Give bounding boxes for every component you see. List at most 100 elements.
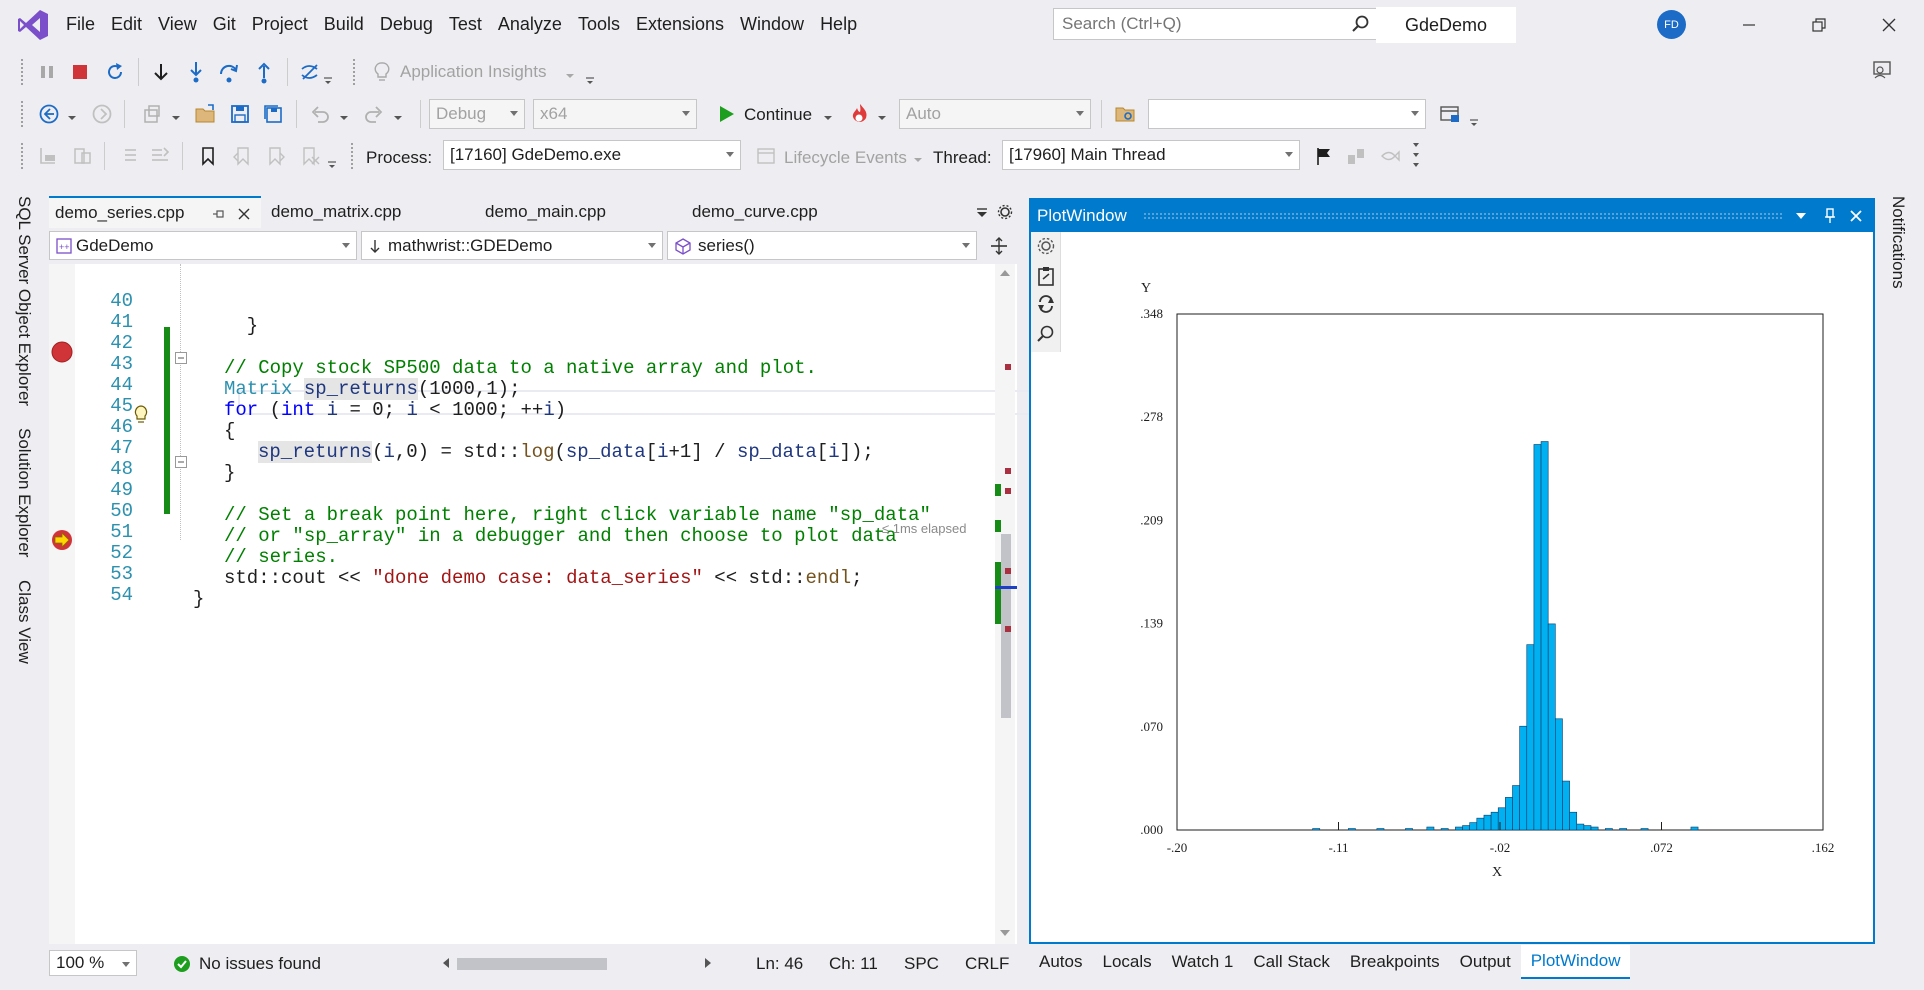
clear-bookmarks-button[interactable] [296, 142, 324, 170]
lifecycle-events-button[interactable]: Lifecycle Events [784, 148, 907, 168]
uncomment-button[interactable] [68, 142, 96, 170]
stop-debugging-button[interactable] [66, 58, 94, 86]
line-number-status[interactable]: Ln: 46 [756, 954, 803, 974]
tab-demo-curve-cpp[interactable]: demo_curve.cpp [686, 196, 894, 228]
vertical-scrollbar[interactable] [995, 264, 1017, 944]
tab-demo-main-cpp[interactable]: demo_main.cpp [479, 196, 685, 228]
lifecycle-events-dropdown[interactable] [912, 146, 924, 174]
menu-project[interactable]: Project [252, 14, 324, 35]
tab-class-view[interactable]: Class View [14, 580, 34, 664]
continue-button[interactable]: Continue [744, 105, 812, 125]
continue-dropdown[interactable] [822, 104, 834, 132]
clipboard-icon[interactable] [1036, 266, 1056, 286]
new-project-button[interactable] [138, 100, 166, 128]
tab-notifications[interactable]: Notifications [1888, 196, 1908, 289]
undo-button[interactable] [306, 100, 334, 128]
stack-frame-button[interactable] [1376, 142, 1404, 170]
undo-dropdown[interactable] [338, 104, 350, 132]
tab-solution-explorer[interactable]: Solution Explorer [14, 428, 34, 557]
hot-reload-button[interactable] [297, 58, 325, 86]
show-threads-button[interactable] [1342, 142, 1370, 170]
column-status[interactable]: Ch: 11 [829, 954, 878, 974]
scroll-down-icon[interactable] [999, 928, 1011, 938]
gear-icon[interactable] [997, 204, 1013, 220]
tab-watch-1[interactable]: Watch 1 [1162, 945, 1244, 979]
find-combo[interactable] [1148, 99, 1426, 129]
solution-platform-select[interactable]: x64 [533, 99, 697, 129]
search-icon[interactable] [1350, 14, 1370, 34]
line-ending-status[interactable]: CRLF [965, 954, 1009, 974]
search-input[interactable] [1054, 9, 1334, 39]
menu-analyze[interactable]: Analyze [498, 14, 578, 35]
scroll-up-icon[interactable] [999, 268, 1011, 278]
toolbar-grip[interactable] [352, 58, 356, 86]
toggle-bookmark-button[interactable] [194, 142, 222, 170]
toolbar-grip[interactable] [20, 58, 24, 86]
toolbar-overflow-button[interactable] [1468, 108, 1480, 136]
whitespace-status[interactable]: SPC [904, 954, 939, 974]
tab-demo-series-cpp[interactable]: demo_series.cpp [49, 196, 261, 228]
step-into-button[interactable] [182, 58, 210, 86]
process-select[interactable]: [17160] GdeDemo.exe [443, 140, 741, 170]
continue-play-icon[interactable] [712, 100, 740, 128]
open-file-button[interactable] [192, 100, 220, 128]
restore-button[interactable] [1804, 10, 1834, 40]
decrease-indent-button[interactable] [114, 142, 142, 170]
settings-gear-icon[interactable] [1036, 236, 1056, 256]
navigate-forward-button[interactable] [88, 100, 116, 128]
tab-sql-server-object-explorer[interactable]: SQL Server Object Explorer [14, 196, 34, 406]
menu-view[interactable]: View [158, 14, 213, 35]
menu-window[interactable]: Window [740, 14, 820, 35]
histogram-chart[interactable]: .000 .070 .139 .209 .278 .348 -.20 -.11 -.02 .072… [1061, 232, 1873, 944]
refresh-icon[interactable] [1036, 294, 1056, 314]
menu-build[interactable]: Build [324, 14, 380, 35]
new-project-dropdown[interactable] [170, 104, 182, 132]
visual-studio-logo-icon[interactable] [16, 8, 50, 42]
member-select[interactable]: series() [667, 231, 977, 260]
back-dropdown[interactable] [66, 104, 78, 132]
tab-output[interactable]: Output [1450, 945, 1521, 979]
menu-help[interactable]: Help [820, 14, 873, 35]
tab-list-dropdown-icon[interactable] [975, 206, 989, 220]
flag-thread-button[interactable] [1310, 142, 1338, 170]
pin-icon[interactable] [1823, 208, 1837, 224]
menu-tools[interactable]: Tools [578, 14, 636, 35]
window-position-dropdown-icon[interactable] [1795, 211, 1807, 221]
tab-plotwindow[interactable]: PlotWindow [1520, 945, 1631, 979]
menu-extensions[interactable]: Extensions [636, 14, 740, 35]
pin-icon[interactable] [211, 207, 225, 221]
close-window-button[interactable] [1874, 10, 1904, 40]
zoom-icon[interactable] [1036, 324, 1056, 344]
menu-git[interactable]: Git [213, 14, 252, 35]
step-over-button[interactable] [215, 58, 243, 86]
menu-edit[interactable]: Edit [111, 14, 158, 35]
restart-button[interactable] [101, 58, 129, 86]
minimize-button[interactable] [1734, 10, 1764, 40]
find-in-files-button[interactable] [1112, 100, 1140, 128]
hot-reload-dropdown[interactable] [876, 104, 888, 132]
cloud-explorer-select[interactable]: Auto [899, 99, 1091, 129]
tab-call-stack[interactable]: Call Stack [1243, 945, 1340, 979]
redo-dropdown[interactable] [392, 104, 404, 132]
show-next-statement-button[interactable] [147, 58, 175, 86]
menu-file[interactable]: File [66, 14, 111, 35]
menu-test[interactable]: Test [449, 14, 498, 35]
toolbar-overflow-button[interactable] [322, 66, 334, 94]
previous-bookmark-button[interactable] [228, 142, 256, 170]
zoom-select[interactable]: 100 % [49, 950, 137, 976]
solution-configuration-select[interactable]: Debug [429, 99, 525, 129]
toolbar-overflow-button[interactable] [326, 150, 338, 178]
horizontal-scrollbar-thumb[interactable] [457, 958, 607, 970]
toolbar-overflow-button[interactable] [1410, 138, 1422, 167]
application-insights-button[interactable]: Application Insights [400, 62, 546, 82]
increase-indent-button[interactable] [146, 142, 174, 170]
hot-reload-fire-button[interactable] [846, 100, 874, 128]
plot-window-title-bar[interactable]: PlotWindow [1031, 200, 1873, 232]
code-view[interactable]: 40 } 41 42 // Copy stock SP500 data to a… [49, 264, 1036, 944]
toolbar-grip[interactable] [350, 142, 354, 170]
next-bookmark-button[interactable] [262, 142, 290, 170]
live-share-button[interactable] [1868, 56, 1896, 84]
toolbar-grip[interactable] [20, 142, 24, 170]
menu-debug[interactable]: Debug [380, 14, 449, 35]
tab-breakpoints[interactable]: Breakpoints [1340, 945, 1450, 979]
